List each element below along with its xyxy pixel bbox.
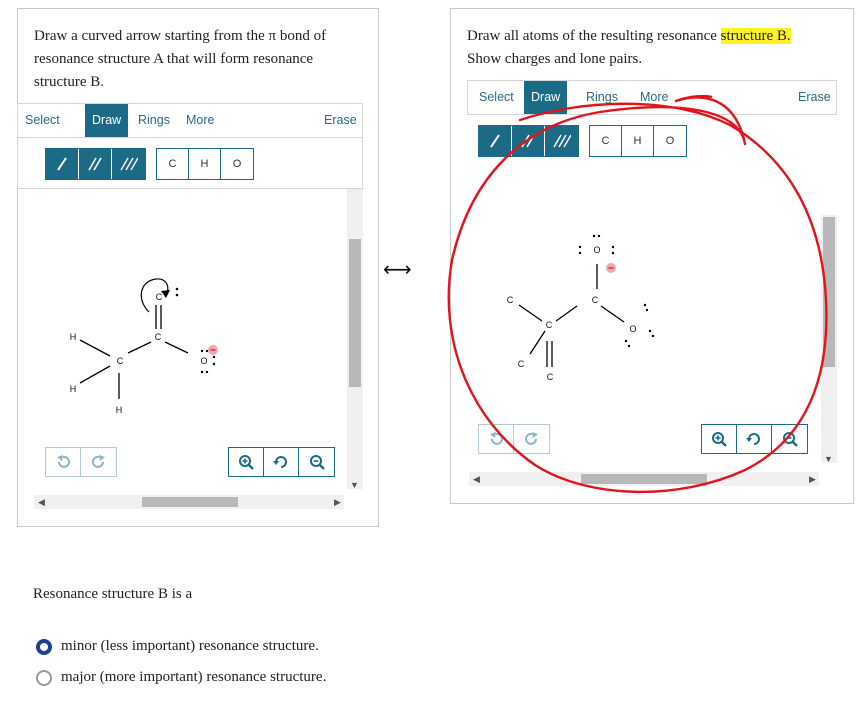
right-scroll-right-arrow[interactable]: ▶ bbox=[809, 474, 816, 485]
right-horizontal-scroll-thumb[interactable] bbox=[581, 474, 707, 484]
undo-icon bbox=[490, 432, 503, 445]
option-major[interactable]: major (more important) resonance structu… bbox=[36, 669, 326, 686]
resonance-exchange-arrow: ⟷ bbox=[383, 257, 412, 281]
right-reset-zoom-button[interactable] bbox=[737, 425, 772, 453]
left-undo-button[interactable] bbox=[46, 448, 81, 476]
molecule-b-lone-pairs bbox=[578, 234, 655, 348]
left-zoom-out-button[interactable] bbox=[299, 448, 334, 476]
left-horizontal-scrollbar[interactable] bbox=[34, 495, 344, 509]
right-scroll-left-arrow[interactable]: ◀ bbox=[473, 474, 480, 485]
redo-icon bbox=[524, 432, 538, 445]
zoom-in-icon bbox=[239, 455, 254, 470]
right-redo-button[interactable] bbox=[514, 425, 549, 453]
option-major-radio[interactable] bbox=[36, 669, 52, 686]
molecule-a-lone-pairs bbox=[175, 287, 218, 374]
undo-icon bbox=[57, 455, 70, 468]
right-horizontal-scrollbar[interactable] bbox=[469, 472, 819, 486]
right-drawing-panel: Draw all atoms of the resulting resonanc… bbox=[450, 8, 854, 504]
left-undo-redo bbox=[45, 447, 117, 477]
right-zoom-out-button[interactable] bbox=[772, 425, 807, 453]
left-redo-button[interactable] bbox=[81, 448, 116, 476]
zoom-out-icon bbox=[309, 455, 325, 470]
zoom-out-icon bbox=[782, 432, 798, 447]
reset-zoom-icon bbox=[273, 456, 287, 468]
option-major-label: major (more important) resonance structu… bbox=[61, 669, 327, 685]
right-undo-button[interactable] bbox=[479, 425, 514, 453]
reset-zoom-icon bbox=[746, 433, 760, 445]
right-zoom-controls bbox=[701, 424, 808, 454]
redo-icon bbox=[91, 455, 105, 468]
right-undo-redo bbox=[478, 424, 550, 454]
left-scroll-left-arrow[interactable]: ◀ bbox=[38, 497, 45, 508]
left-horizontal-scroll-thumb[interactable] bbox=[142, 497, 238, 507]
left-drawing-panel: Draw a curved arrow starting from the π … bbox=[17, 8, 379, 527]
left-zoom-controls bbox=[228, 447, 335, 477]
zoom-in-icon bbox=[712, 432, 727, 447]
option-minor-radio[interactable] bbox=[36, 638, 52, 655]
right-zoom-in-button[interactable] bbox=[702, 425, 737, 453]
left-scroll-right-arrow[interactable]: ▶ bbox=[334, 497, 341, 508]
left-scroll-down-arrow[interactable]: ▼ bbox=[350, 480, 359, 490]
option-minor[interactable]: minor (less important) resonance structu… bbox=[36, 638, 319, 655]
option-minor-label: minor (less important) resonance structu… bbox=[61, 638, 319, 654]
left-zoom-in-button[interactable] bbox=[229, 448, 264, 476]
left-reset-zoom-button[interactable] bbox=[264, 448, 299, 476]
resonance-question: Resonance structure B is a bbox=[33, 586, 193, 602]
